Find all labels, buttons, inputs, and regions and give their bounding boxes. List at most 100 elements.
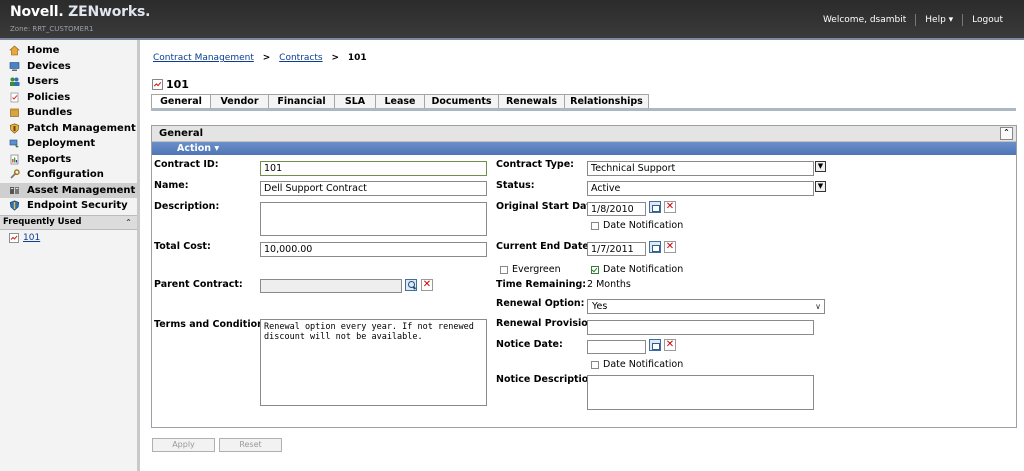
tab-vendor[interactable]: Vendor xyxy=(210,94,269,108)
tab-general[interactable]: General xyxy=(151,94,211,108)
end-date-notification-checkbox[interactable]: Date Notification xyxy=(591,264,683,275)
configuration-icon xyxy=(10,169,20,179)
sidebar-item-label: Deployment xyxy=(27,138,96,150)
action-menu[interactable]: Action ▾ xyxy=(152,142,1016,155)
panel-header: General ⌃ xyxy=(152,126,1016,142)
terms-label: Terms and Conditions: xyxy=(154,319,274,330)
calendar-icon[interactable] xyxy=(649,201,661,213)
asset-icon xyxy=(10,186,19,194)
sidebar-item-label: Bundles xyxy=(27,107,73,119)
frequently-used-item[interactable]: 101 xyxy=(0,230,137,246)
reset-button[interactable]: Reset xyxy=(219,438,282,452)
clear-icon[interactable]: ✕ xyxy=(664,339,676,351)
status-dropdown-icon[interactable]: ▼ xyxy=(815,181,826,192)
tab-lease[interactable]: Lease xyxy=(375,94,425,108)
policies-icon xyxy=(10,92,19,103)
app-header: Novell. ZENworks. Zone: RRT_CUSTOMER1 We… xyxy=(0,0,1024,40)
sidebar-item-configuration[interactable]: Configuration xyxy=(0,167,137,183)
breadcrumb-separator: > xyxy=(262,53,271,63)
renewal-provision-field[interactable] xyxy=(587,320,814,335)
calendar-icon[interactable] xyxy=(649,339,661,351)
search-icon[interactable] xyxy=(405,279,417,291)
current-end-date-field[interactable]: 1/7/2011 xyxy=(587,242,646,256)
apply-button[interactable]: Apply xyxy=(152,438,215,452)
collapse-up-icon[interactable]: ⌃ xyxy=(124,218,133,227)
status-label: Status: xyxy=(496,180,535,191)
checkbox[interactable] xyxy=(591,221,599,230)
sidebar-item-policies[interactable]: Policies xyxy=(0,90,137,106)
logout-link[interactable]: Logout xyxy=(963,15,1012,25)
sidebar-item-devices[interactable]: Devices xyxy=(0,59,137,75)
notice-date-field[interactable] xyxy=(587,340,646,354)
help-menu[interactable]: Help ▾ xyxy=(916,15,962,25)
tab-bar: General Vendor Financial SLA Lease Docum… xyxy=(151,94,649,108)
sidebar-item-label: Patch Management xyxy=(27,122,136,134)
clear-icon[interactable]: ✕ xyxy=(664,241,676,253)
parent-contract-field xyxy=(260,279,402,293)
sidebar-item-label: Users xyxy=(27,76,59,88)
original-start-date-field[interactable]: 1/8/2010 xyxy=(587,202,646,216)
breadcrumb-contract-management[interactable]: Contract Management xyxy=(153,53,254,63)
notice-date-notification-checkbox[interactable]: Date Notification xyxy=(591,359,683,370)
evergreen-checkbox[interactable]: Evergreen xyxy=(500,264,561,275)
checkbox-label: Evergreen xyxy=(512,264,561,275)
contract-type-field[interactable]: Technical Support xyxy=(587,161,814,176)
total-cost-field[interactable]: 10,000.00 xyxy=(260,242,487,257)
sidebar-item-label: Asset Management xyxy=(27,184,136,196)
sidebar-item-label: Devices xyxy=(27,60,71,72)
name-field[interactable]: Dell Support Contract xyxy=(260,181,487,196)
collapse-panel-icon[interactable]: ⌃ xyxy=(1000,127,1013,140)
status-field[interactable]: Active xyxy=(587,181,814,196)
clear-icon[interactable]: ✕ xyxy=(421,279,433,291)
sidebar-item-users[interactable]: Users xyxy=(0,74,137,90)
sidebar-item-reports[interactable]: Reports xyxy=(0,152,137,168)
checkbox-label: Date Notification xyxy=(603,359,684,370)
notice-description-field[interactable] xyxy=(587,375,814,410)
sidebar-item-asset-management[interactable]: Asset Management xyxy=(0,182,137,198)
renewal-option-value: Yes xyxy=(592,301,608,312)
frequently-used-header: Frequently Used ⌃ xyxy=(0,214,137,230)
sidebar-item-endpoint-security[interactable]: Endpoint Security xyxy=(0,198,137,214)
start-date-notification-checkbox[interactable]: Date Notification xyxy=(591,220,683,231)
contract-type-dropdown-icon[interactable]: ▼ xyxy=(815,161,826,172)
tab-renewals[interactable]: Renewals xyxy=(498,94,565,108)
tab-relationships[interactable]: Relationships xyxy=(564,94,649,108)
checkbox[interactable] xyxy=(500,265,508,274)
current-end-date-label: Current End Date: xyxy=(496,241,593,252)
contract-icon xyxy=(9,232,19,243)
clear-icon[interactable]: ✕ xyxy=(664,201,676,213)
contract-icon xyxy=(152,79,163,90)
checkbox-checked[interactable] xyxy=(591,265,599,274)
page-title: 101 xyxy=(152,78,189,91)
renewal-option-label: Renewal Option: xyxy=(496,298,585,309)
breadcrumb-contracts[interactable]: Contracts xyxy=(279,53,322,63)
terms-field[interactable]: Renewal option every year. If not renewe… xyxy=(260,319,487,406)
frequently-used-link[interactable]: 101 xyxy=(23,233,40,243)
contract-id-field[interactable]: 101 xyxy=(260,161,487,176)
page-title-text: 101 xyxy=(166,78,189,91)
home-icon xyxy=(9,45,20,56)
sidebar-item-bundles[interactable]: Bundles xyxy=(0,105,137,121)
sidebar-item-label: Policies xyxy=(27,91,71,103)
checkbox-label: Date Notification xyxy=(603,264,684,275)
renewal-option-select[interactable]: Yes ∨ xyxy=(587,299,825,314)
sidebar: Home Devices Users Policies Bundles Patc… xyxy=(0,40,140,471)
description-label: Description: xyxy=(154,201,220,212)
contract-type-label: Contract Type: xyxy=(496,159,574,170)
checkbox[interactable] xyxy=(591,360,599,369)
tab-sla[interactable]: SLA xyxy=(334,94,376,108)
sidebar-item-deployment[interactable]: Deployment xyxy=(0,136,137,152)
notice-date-label: Notice Date: xyxy=(496,339,563,350)
tab-financial[interactable]: Financial xyxy=(268,94,335,108)
reports-icon xyxy=(10,154,19,165)
calendar-icon[interactable] xyxy=(649,241,661,253)
header-links: Welcome, dsambit Help ▾ Logout xyxy=(814,14,1012,26)
breadcrumb-current: 101 xyxy=(347,53,367,63)
tab-documents[interactable]: Documents xyxy=(424,94,499,108)
sidebar-item-patch-management[interactable]: Patch Management xyxy=(0,121,137,137)
description-field[interactable] xyxy=(260,202,487,236)
parent-contract-label: Parent Contract: xyxy=(154,279,243,290)
tab-underline xyxy=(151,108,1016,111)
notice-description-label: Notice Description: xyxy=(496,374,599,385)
sidebar-item-home[interactable]: Home xyxy=(0,43,137,59)
